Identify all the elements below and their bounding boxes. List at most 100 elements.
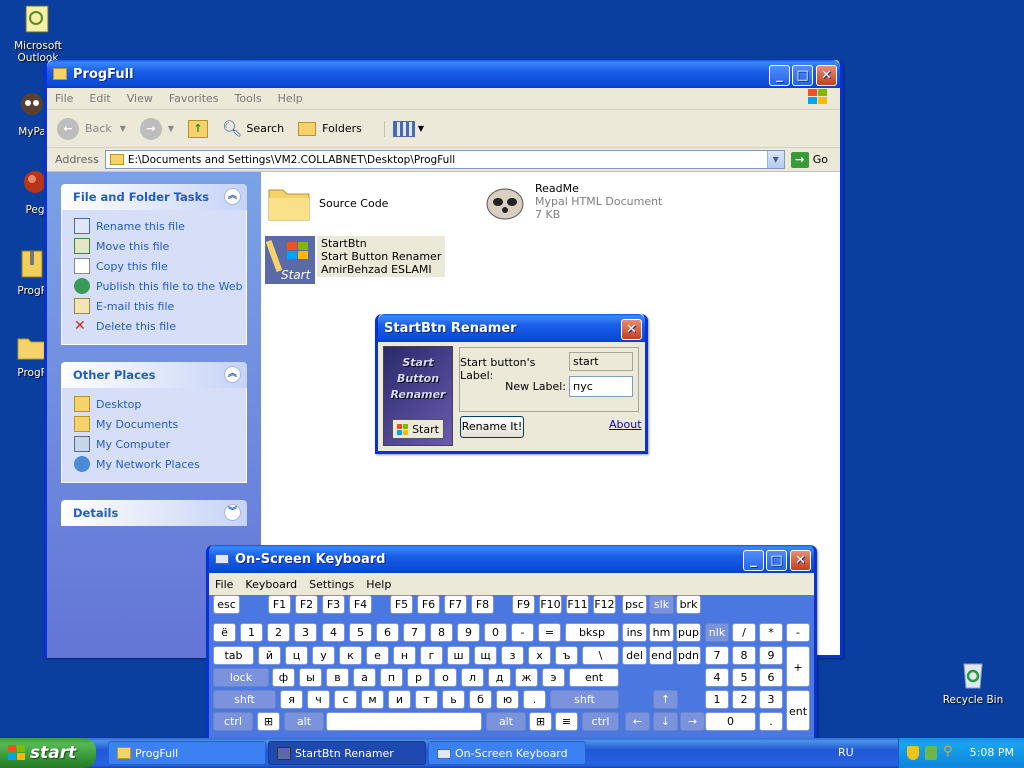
osk-key[interactable]: м <box>361 690 384 709</box>
osk-key[interactable]: esc <box>213 595 240 614</box>
osk-key[interactable]: 7 <box>403 623 426 642</box>
osk-key[interactable]: F11 <box>566 595 589 614</box>
osk-key[interactable]: F5 <box>390 595 413 614</box>
menu-settings[interactable]: Settings <box>303 578 360 591</box>
panel-header[interactable]: Details ︾ <box>61 500 247 526</box>
osk-key[interactable]: у <box>312 646 335 665</box>
address-dropdown-button[interactable]: ▼ <box>766 151 784 168</box>
osk-key[interactable]: х <box>528 646 551 665</box>
back-button[interactable]: ← Back ▼ <box>57 117 126 140</box>
osk-key[interactable]: tab <box>213 646 254 665</box>
osk-key[interactable]: н <box>393 646 416 665</box>
place-my-documents[interactable]: My Documents <box>74 414 246 434</box>
osk-key[interactable]: ь <box>442 690 465 709</box>
osk-key[interactable]: 1 <box>240 623 263 642</box>
place-network[interactable]: My Network Places <box>74 454 246 474</box>
collapse-icon[interactable]: ︽ <box>224 188 241 205</box>
desktop-icon-recycle-bin[interactable]: Recycle Bin <box>938 658 1008 706</box>
osk-key[interactable]: \ <box>582 646 619 665</box>
minimize-button[interactable]: _ <box>769 65 790 86</box>
osk-key[interactable]: и <box>388 690 411 709</box>
osk-key[interactable]: hm <box>649 623 674 642</box>
osk-key[interactable]: F4 <box>349 595 372 614</box>
osk-key[interactable]: л <box>461 668 484 687</box>
maximize-button[interactable]: □ <box>792 65 813 86</box>
osk-key[interactable]: lock <box>213 668 269 687</box>
language-indicator[interactable]: RU <box>838 746 854 759</box>
osk-key[interactable]: / <box>732 623 756 642</box>
osk-key[interactable]: alt <box>284 712 324 731</box>
osk-key[interactable]: в <box>326 668 349 687</box>
osk-key[interactable]: т <box>415 690 438 709</box>
osk-key[interactable]: о <box>434 668 457 687</box>
address-input[interactable]: E:\Documents and Settings\VM2.COLLABNET\… <box>104 150 785 169</box>
osk-key[interactable]: F12 <box>593 595 616 614</box>
osk-key[interactable]: ы <box>299 668 322 687</box>
osk-key[interactable]: . <box>523 690 546 709</box>
osk-key[interactable]: з <box>501 646 524 665</box>
osk-key[interactable]: shft <box>550 690 619 709</box>
osk-key[interactable]: F1 <box>268 595 291 614</box>
go-button[interactable]: → Go <box>790 151 828 168</box>
osk-key[interactable]: э <box>542 668 565 687</box>
osk-key[interactable]: F2 <box>295 595 318 614</box>
osk-key[interactable]: 4 <box>705 668 729 687</box>
task-copy[interactable]: Copy this file <box>74 256 246 276</box>
renamer-titlebar[interactable]: StartBtn Renamer ✕ <box>378 314 645 342</box>
osk-key[interactable]: 9 <box>759 646 783 665</box>
osk-key[interactable]: ctrl <box>582 712 619 731</box>
views-button[interactable]: ▼ <box>383 120 424 137</box>
osk-key[interactable]: г <box>420 646 443 665</box>
desktop-icon-outlook[interactable]: Microsoft Outlook <box>3 4 73 64</box>
minimize-button[interactable]: _ <box>743 550 764 571</box>
osk-key[interactable]: 8 <box>732 646 756 665</box>
osk-key[interactable]: brk <box>676 595 701 614</box>
osk-key[interactable]: щ <box>474 646 497 665</box>
osk-key[interactable]: 0 <box>484 623 507 642</box>
osk-key[interactable]: ↑ <box>653 690 678 709</box>
osk-key[interactable]: slk <box>649 595 674 614</box>
osk-key[interactable]: ш <box>447 646 470 665</box>
osk-key[interactable]: 3 <box>294 623 317 642</box>
osk-key[interactable]: ё <box>213 623 236 642</box>
osk-key[interactable]: 2 <box>267 623 290 642</box>
osk-key[interactable]: = <box>538 623 561 642</box>
place-desktop[interactable]: Desktop <box>74 394 246 414</box>
osk-key[interactable]: * <box>759 623 783 642</box>
osk-key[interactable]: й <box>258 646 281 665</box>
search-icon[interactable]: ⚲ <box>943 744 953 759</box>
osk-key[interactable]: - <box>511 623 534 642</box>
osk-key[interactable]: 3 <box>759 690 783 709</box>
osk-key[interactable]: б <box>469 690 492 709</box>
osk-key[interactable]: ⊞ <box>257 712 280 731</box>
osk-key[interactable]: F6 <box>417 595 440 614</box>
close-button[interactable]: ✕ <box>816 65 837 86</box>
taskbar-item-startbtn-renamer[interactable]: StartBtn Renamer <box>268 741 426 765</box>
osk-key[interactable]: ≡ <box>555 712 578 731</box>
collapse-icon[interactable]: ︽ <box>224 366 241 383</box>
osk-key[interactable]: 4 <box>322 623 345 642</box>
task-publish[interactable]: Publish this file to the Web <box>74 276 246 296</box>
menu-view[interactable]: View <box>119 92 161 105</box>
osk-key[interactable]: е <box>366 646 389 665</box>
osk-key[interactable]: → <box>680 712 705 731</box>
panel-header[interactable]: Other Places ︽ <box>61 362 247 388</box>
osk-key[interactable]: 5 <box>732 668 756 687</box>
osk-key[interactable]: п <box>380 668 403 687</box>
osk-key[interactable]: F7 <box>444 595 467 614</box>
osk-key[interactable]: F9 <box>512 595 535 614</box>
file-item-startbtn[interactable]: Start StartBtn Start Button Renamer Amir… <box>265 236 446 284</box>
osk-key[interactable]: psc <box>622 595 647 614</box>
osk-key[interactable]: д <box>488 668 511 687</box>
osk-key[interactable] <box>326 712 482 731</box>
forward-button[interactable]: → ▼ <box>139 117 174 140</box>
osk-key[interactable]: 2 <box>732 690 756 709</box>
osk-key[interactable]: ж <box>515 668 538 687</box>
osk-titlebar[interactable]: On-Screen Keyboard _ □ ✕ <box>209 545 814 573</box>
osk-key[interactable]: shft <box>213 690 276 709</box>
osk-key[interactable]: pdn <box>676 646 701 665</box>
osk-key[interactable]: ctrl <box>213 712 253 731</box>
osk-key[interactable]: 6 <box>376 623 399 642</box>
close-button[interactable]: ✕ <box>790 550 811 571</box>
osk-key[interactable]: alt <box>486 712 526 731</box>
